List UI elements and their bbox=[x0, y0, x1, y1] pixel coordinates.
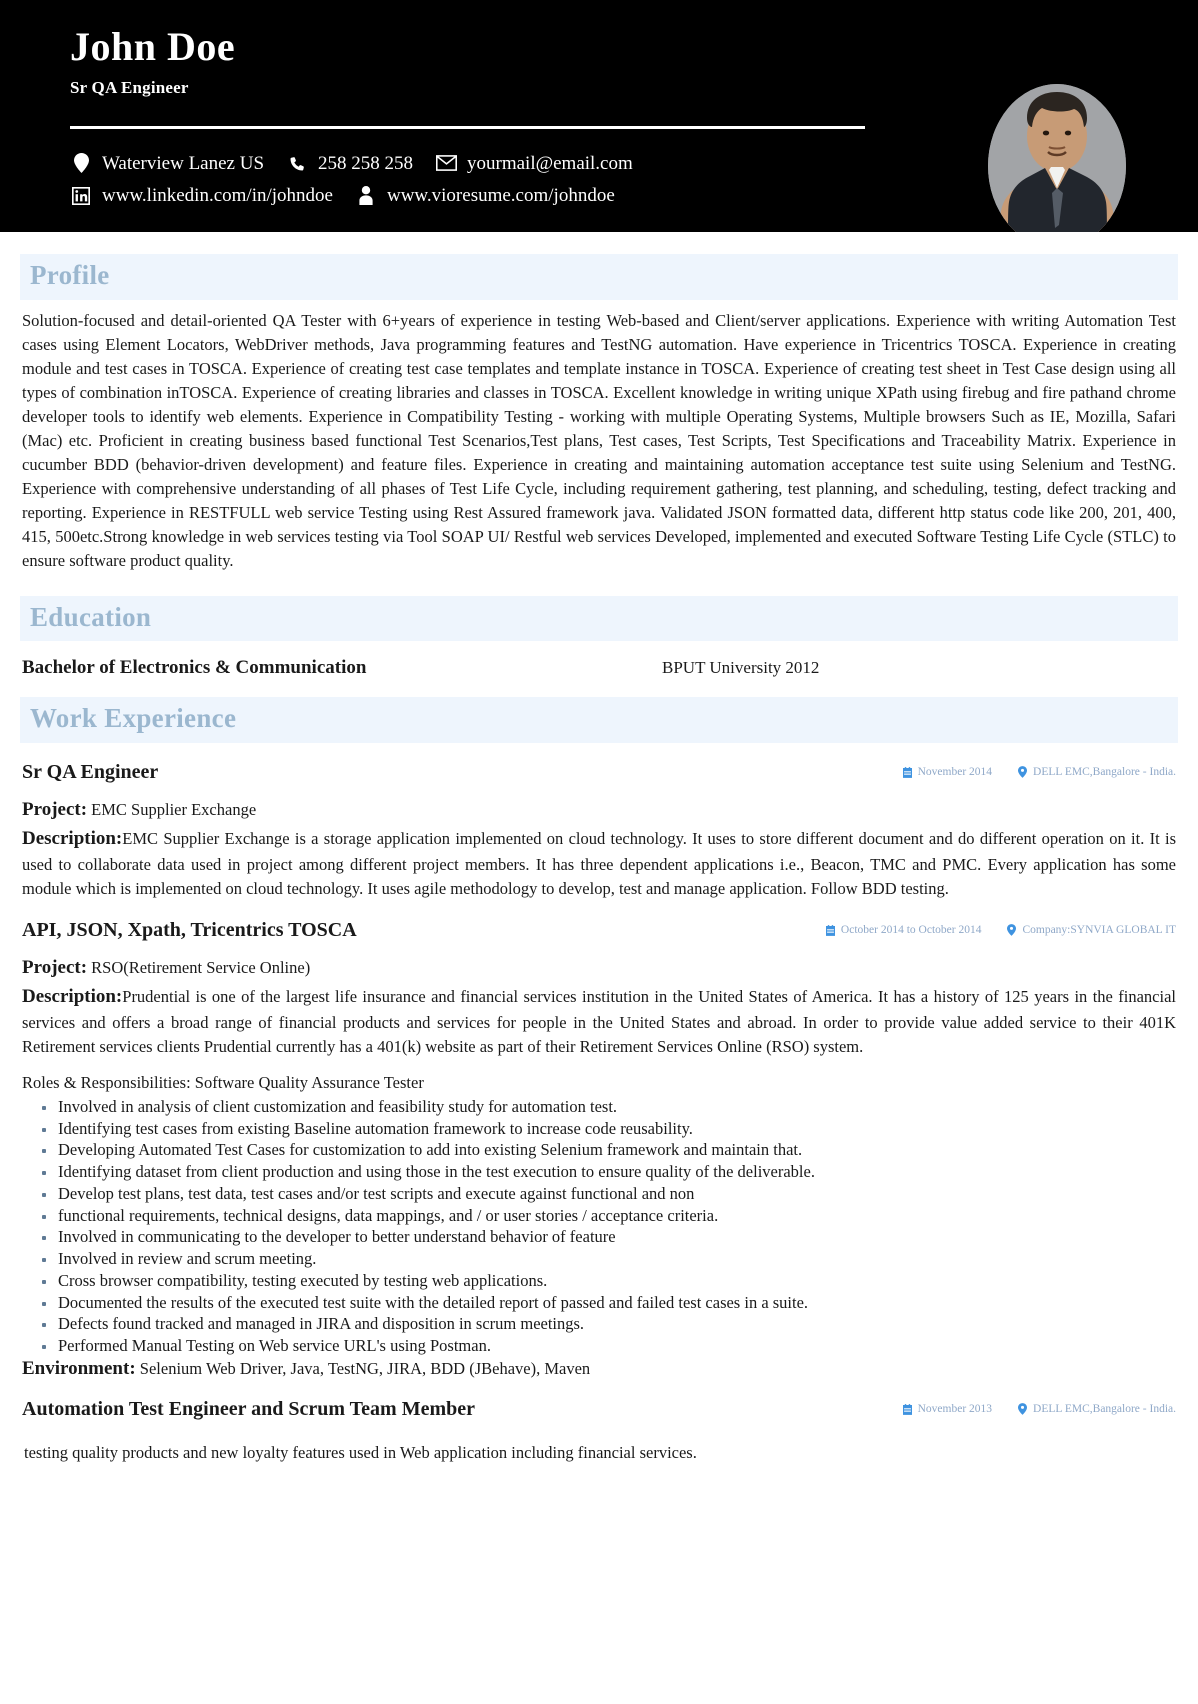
education-school: BPUT University 2012 bbox=[662, 658, 820, 678]
job-date: November 2014 bbox=[902, 766, 993, 779]
page-title: John Doe bbox=[70, 24, 236, 69]
contact-linkedin[interactable]: www.linkedin.com/in/johndoe bbox=[70, 186, 333, 205]
job-meta: November 2014 DELL EMC,Bangalore - India… bbox=[877, 766, 1176, 778]
job-description-line: Description:Prudential is one of the lar… bbox=[22, 983, 1176, 1058]
job-location: DELL EMC,Bangalore - India. bbox=[1018, 766, 1176, 778]
contact-row-2: www.linkedin.com/in/johndoe www.vioresum… bbox=[70, 186, 1128, 205]
contact-phone-text: 258 258 258 bbox=[318, 152, 414, 174]
section-work-experience-header: Work Experience bbox=[20, 697, 1178, 743]
contact-phone[interactable]: 258 258 258 bbox=[286, 154, 413, 173]
resume-body: Profile Solution-focused and detail-orie… bbox=[0, 254, 1198, 1463]
roles-heading: Roles & Responsibilities: Software Quali… bbox=[22, 1072, 424, 1092]
contact-location-text: Waterview Lanez US bbox=[102, 152, 265, 174]
linkedin-icon bbox=[70, 186, 92, 205]
job-meta: November 2013 DELL EMC,Bangalore - India… bbox=[877, 1403, 1176, 1415]
profile-text: Solution-focused and detail-oriented QA … bbox=[22, 310, 1176, 571]
envelope-icon bbox=[435, 155, 457, 171]
job-title: API, JSON, Xpath, Tricentrics TOSCA bbox=[22, 918, 357, 941]
list-item: Performed Manual Testing on Web service … bbox=[42, 1335, 1176, 1357]
education-entry: Bachelor of Electronics & Communication … bbox=[20, 657, 1178, 679]
contact-email-text: yourmail@email.com bbox=[467, 152, 633, 174]
environment-label: Environment: bbox=[22, 1357, 136, 1379]
list-item: Involved in analysis of client customiza… bbox=[42, 1096, 1176, 1118]
job-location: DELL EMC,Bangalore - India. bbox=[1018, 1403, 1176, 1415]
job-project-line: Project: RSO(Retirement Service Online) bbox=[22, 954, 1176, 982]
job-date: October 2014 to October 2014 bbox=[825, 924, 982, 937]
job-tail-text: testing quality products and new loyalty… bbox=[24, 1442, 697, 1462]
list-item: Documented the results of the executed t… bbox=[42, 1292, 1176, 1314]
header-job-title: Sr QA Engineer bbox=[70, 78, 189, 97]
job-location-text: DELL EMC,Bangalore - India. bbox=[1033, 766, 1176, 779]
job-header: API, JSON, Xpath, Tricentrics TOSCA Octo… bbox=[22, 919, 1176, 942]
list-item: Defects found tracked and managed in JIR… bbox=[42, 1313, 1176, 1335]
contact-block: Waterview Lanez US 258 258 258 yourmail@… bbox=[70, 153, 1128, 205]
list-item: Involved in communicating to the develop… bbox=[42, 1226, 1176, 1248]
job-header: Automation Test Engineer and Scrum Team … bbox=[22, 1398, 1176, 1421]
section-title-profile: Profile bbox=[30, 260, 110, 290]
section-education-header: Education bbox=[20, 595, 1178, 642]
contact-location[interactable]: Waterview Lanez US bbox=[70, 153, 264, 173]
project-value: RSO(Retirement Service Online) bbox=[91, 957, 311, 977]
resume-header: John Doe Sr QA Engineer Waterview Lanez … bbox=[0, 0, 1198, 232]
contact-email[interactable]: yourmail@email.com bbox=[435, 154, 633, 173]
location-pin-icon bbox=[1007, 924, 1017, 937]
job-location-text: Company:SYNVIA GLOBAL IT bbox=[1022, 924, 1176, 937]
project-value: EMC Supplier Exchange bbox=[91, 799, 257, 819]
job-location: Company:SYNVIA GLOBAL IT bbox=[1007, 924, 1176, 936]
job-meta: October 2014 to October 2014 Company:SYN… bbox=[800, 924, 1176, 936]
job-header: Sr QA Engineer November 2014 DELL EMC,Ba… bbox=[22, 761, 1176, 784]
description-label: Description: bbox=[22, 828, 123, 850]
job-title: Sr QA Engineer bbox=[22, 760, 159, 783]
education-degree: Bachelor of Electronics & Communication bbox=[22, 657, 367, 679]
description-label: Description: bbox=[22, 986, 123, 1008]
calendar-icon bbox=[902, 767, 912, 778]
contact-website[interactable]: www.vioresume.com/johndoe bbox=[355, 186, 615, 205]
job-location-text: DELL EMC,Bangalore - India. bbox=[1033, 1403, 1176, 1416]
job-date: November 2013 bbox=[902, 1403, 993, 1416]
job-description-line: Description:EMC Supplier Exchange is a s… bbox=[22, 825, 1176, 900]
phone-icon bbox=[286, 154, 308, 173]
contact-row-1: Waterview Lanez US 258 258 258 yourmail@… bbox=[70, 153, 1128, 173]
header-divider bbox=[70, 126, 865, 129]
list-item: Identifying dataset from client producti… bbox=[42, 1161, 1176, 1183]
description-value: EMC Supplier Exchange is a storage appli… bbox=[22, 829, 1176, 898]
contact-website-text: www.vioresume.com/johndoe bbox=[386, 185, 615, 206]
job-entry: Sr QA Engineer November 2014 DELL EMC,Ba… bbox=[20, 761, 1178, 901]
job-project-line: Project: EMC Supplier Exchange bbox=[22, 796, 1176, 824]
calendar-icon bbox=[825, 924, 835, 936]
location-pin-icon bbox=[1018, 766, 1028, 779]
description-value: Prudential is one of the largest life in… bbox=[22, 987, 1176, 1056]
project-label: Project: bbox=[22, 798, 88, 820]
job-date-text: October 2014 to October 2014 bbox=[840, 924, 982, 937]
list-item: Cross browser compatibility, testing exe… bbox=[42, 1270, 1176, 1292]
project-label: Project: bbox=[22, 956, 88, 978]
job-entry: API, JSON, Xpath, Tricentrics TOSCA Octo… bbox=[20, 919, 1178, 1380]
location-pin-icon bbox=[70, 153, 92, 173]
list-item: Develop test plans, test data, test case… bbox=[42, 1183, 1176, 1205]
job-title: Automation Test Engineer and Scrum Team … bbox=[22, 1397, 475, 1420]
job-entry: Automation Test Engineer and Scrum Team … bbox=[20, 1398, 1178, 1463]
location-pin-icon bbox=[1018, 1403, 1028, 1416]
environment-line: Environment: Selenium Web Driver, Java, … bbox=[22, 1358, 1176, 1380]
list-item: Developing Automated Test Cases for cust… bbox=[42, 1139, 1176, 1161]
job-date-text: November 2013 bbox=[917, 1403, 993, 1416]
contact-linkedin-text: www.linkedin.com/in/johndoe bbox=[102, 185, 333, 206]
environment-value: Selenium Web Driver, Java, TestNG, JIRA,… bbox=[139, 1358, 591, 1378]
list-item: functional requirements, technical desig… bbox=[42, 1205, 1176, 1227]
section-title-work-experience: Work Experience bbox=[30, 703, 237, 734]
list-item: Involved in review and scrum meeting. bbox=[42, 1248, 1176, 1270]
calendar-icon bbox=[902, 1404, 912, 1415]
list-item: Identifying test cases from existing Bas… bbox=[42, 1118, 1176, 1140]
job-date-text: November 2014 bbox=[917, 766, 993, 779]
section-profile-header: Profile bbox=[20, 254, 1178, 300]
section-title-education: Education bbox=[30, 601, 152, 632]
responsibilities-list: Involved in analysis of client customiza… bbox=[22, 1096, 1176, 1357]
person-icon bbox=[355, 186, 377, 205]
avatar bbox=[988, 84, 1126, 232]
